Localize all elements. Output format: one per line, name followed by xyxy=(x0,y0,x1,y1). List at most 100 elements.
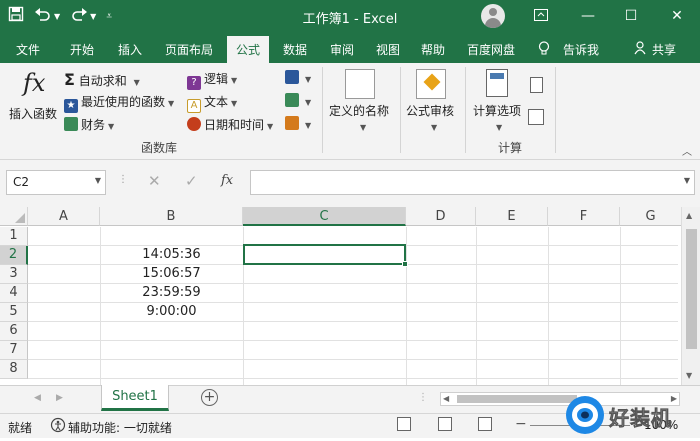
calculate-now-icon[interactable] xyxy=(530,77,543,93)
theta-icon xyxy=(285,93,299,107)
math-trig-button[interactable]: ▼ xyxy=(285,93,311,108)
user-avatar-icon[interactable] xyxy=(481,4,505,28)
more-functions-icon xyxy=(285,116,299,130)
column-header-b[interactable]: B xyxy=(100,207,243,226)
tab-data[interactable]: 数据 xyxy=(283,41,307,58)
fill-handle[interactable] xyxy=(402,261,408,267)
tab-view[interactable]: 视图 xyxy=(376,41,400,58)
tab-help[interactable]: 帮助 xyxy=(421,41,445,58)
tab-split-handle-icon[interactable]: ⋮ xyxy=(418,392,428,403)
collapse-ribbon-icon[interactable]: ︿ xyxy=(682,143,692,158)
cell-b4[interactable]: 23:59:59 xyxy=(100,285,243,300)
ribbon-separator xyxy=(322,67,323,153)
zoom-out-icon[interactable]: − xyxy=(515,416,527,432)
calculation-options-button[interactable]: 计算选项 xyxy=(473,102,521,119)
minimize-icon[interactable]: — xyxy=(575,4,601,28)
column-header-f[interactable]: F xyxy=(548,207,620,226)
scroll-down-icon[interactable]: ▼ xyxy=(686,371,692,380)
formula-auditing-button[interactable]: 公式审核 xyxy=(406,102,454,119)
autosum-button[interactable]: Σ 自动求和 ▼ xyxy=(64,70,140,89)
row-header-5[interactable]: 5 xyxy=(0,303,28,322)
tab-insert[interactable]: 插入 xyxy=(118,41,142,58)
sheet-tab-sheet1[interactable]: Sheet1 xyxy=(101,385,169,411)
share-button[interactable]: 共享 xyxy=(652,41,676,58)
text-functions-button[interactable]: A 文本 ▼ xyxy=(187,93,237,113)
lookup-magnifier-icon xyxy=(285,70,299,84)
accessibility-status[interactable]: 辅助功能: 一切就绪 xyxy=(68,419,172,436)
normal-view-icon[interactable] xyxy=(397,417,411,431)
insert-function-icon[interactable]: fx xyxy=(221,173,233,188)
page-break-preview-icon[interactable] xyxy=(478,417,492,431)
logical-button[interactable]: ? 逻辑 ▼ xyxy=(187,70,237,90)
clock-icon xyxy=(187,117,201,131)
row-header-4[interactable]: 4 xyxy=(0,284,28,303)
defined-names-tag-icon[interactable] xyxy=(345,69,375,99)
vertical-scroll-thumb[interactable] xyxy=(686,229,697,349)
column-header-g[interactable]: G xyxy=(620,207,682,226)
add-sheet-icon[interactable]: + xyxy=(201,389,218,406)
drag-handle-icon[interactable]: ⋮ xyxy=(118,174,128,185)
worksheet-grid[interactable]: A B C D E F G 1 2 3 4 5 6 7 8 14:05:36 1… xyxy=(0,207,700,385)
lookup-reference-button[interactable]: ▼ xyxy=(285,70,311,85)
chevron-down-icon: ▼ xyxy=(431,123,438,132)
formula-input[interactable]: ▼ xyxy=(250,170,695,195)
tab-review[interactable]: 审阅 xyxy=(330,41,354,58)
previous-sheet-icon[interactable]: ◀ xyxy=(34,393,41,403)
ribbon-display-options-icon[interactable] xyxy=(528,4,554,28)
gridline xyxy=(620,227,621,385)
row-header-6[interactable]: 6 xyxy=(0,322,28,341)
column-header-d[interactable]: D xyxy=(406,207,476,226)
insert-function-button[interactable]: 插入函数 xyxy=(9,105,57,122)
cancel-entry-icon[interactable]: ✕ xyxy=(148,172,161,190)
column-header-e[interactable]: E xyxy=(476,207,548,226)
row-header-1[interactable]: 1 xyxy=(0,227,28,246)
more-functions-button[interactable]: ▼ xyxy=(285,116,311,131)
gridline xyxy=(28,302,678,303)
defined-names-button[interactable]: 定义的名称 xyxy=(329,102,389,119)
name-box[interactable]: C2 ▼ xyxy=(6,170,106,195)
title-bar: ▼ ▼ ⩡ 工作簿1 - Excel — ☐ ✕ xyxy=(0,0,700,33)
scroll-left-icon[interactable]: ◀ xyxy=(443,394,449,403)
column-header-c[interactable]: C xyxy=(243,207,406,226)
financial-button[interactable]: 财务 ▼ xyxy=(64,116,114,133)
formula-auditing-icon[interactable] xyxy=(416,69,446,99)
row-header-8[interactable]: 8 xyxy=(0,360,28,379)
text-label: 文本 xyxy=(204,95,229,109)
column-header-a[interactable]: A xyxy=(28,207,100,226)
chevron-down-icon[interactable]: ▼ xyxy=(95,176,101,185)
recent-functions-button[interactable]: ★ 最近使用的函数 ▼ xyxy=(64,93,174,113)
cell-b5[interactable]: 9:00:00 xyxy=(100,304,243,319)
calculator-icon[interactable] xyxy=(486,69,508,97)
row-header-7[interactable]: 7 xyxy=(0,341,28,360)
select-all-corner[interactable] xyxy=(0,207,28,226)
gridline xyxy=(28,283,678,284)
confirm-entry-icon[interactable]: ✓ xyxy=(185,172,198,190)
datetime-button[interactable]: 日期和时间 ▼ xyxy=(187,116,273,133)
accessibility-icon[interactable] xyxy=(50,417,66,436)
page-layout-view-icon[interactable] xyxy=(438,417,452,431)
calculate-sheet-icon[interactable] xyxy=(528,109,544,125)
tab-file[interactable]: 文件 xyxy=(16,41,40,58)
tab-page-layout[interactable]: 页面布局 xyxy=(165,41,213,58)
name-box-value: C2 xyxy=(13,175,30,189)
expand-formula-bar-icon[interactable]: ▼ xyxy=(684,176,690,185)
share-person-icon[interactable] xyxy=(634,41,646,58)
scroll-up-icon[interactable]: ▲ xyxy=(686,211,692,220)
logical-label: 逻辑 xyxy=(204,72,229,86)
tab-baidu-netdisk[interactable]: 百度网盘 xyxy=(467,41,515,58)
close-icon[interactable]: ✕ xyxy=(664,4,690,28)
cell-b2[interactable]: 14:05:36 xyxy=(100,247,243,262)
horizontal-scroll-thumb[interactable] xyxy=(457,395,577,403)
next-sheet-icon[interactable]: ▶ xyxy=(56,393,63,403)
active-cell-c2[interactable] xyxy=(243,244,406,265)
tell-me-search[interactable]: 告诉我 xyxy=(563,41,599,58)
cell-b3[interactable]: 15:06:57 xyxy=(100,266,243,281)
row-header-2[interactable]: 2 xyxy=(0,246,28,265)
maximize-icon[interactable]: ☐ xyxy=(618,4,644,28)
vertical-scrollbar[interactable]: ▲ ▼ xyxy=(681,207,700,385)
insert-function-fx-icon[interactable]: fx xyxy=(23,69,45,97)
gridline xyxy=(548,227,549,385)
row-header-3[interactable]: 3 xyxy=(0,265,28,284)
tab-home[interactable]: 开始 xyxy=(70,41,94,58)
tab-formulas[interactable]: 公式 xyxy=(227,36,270,63)
